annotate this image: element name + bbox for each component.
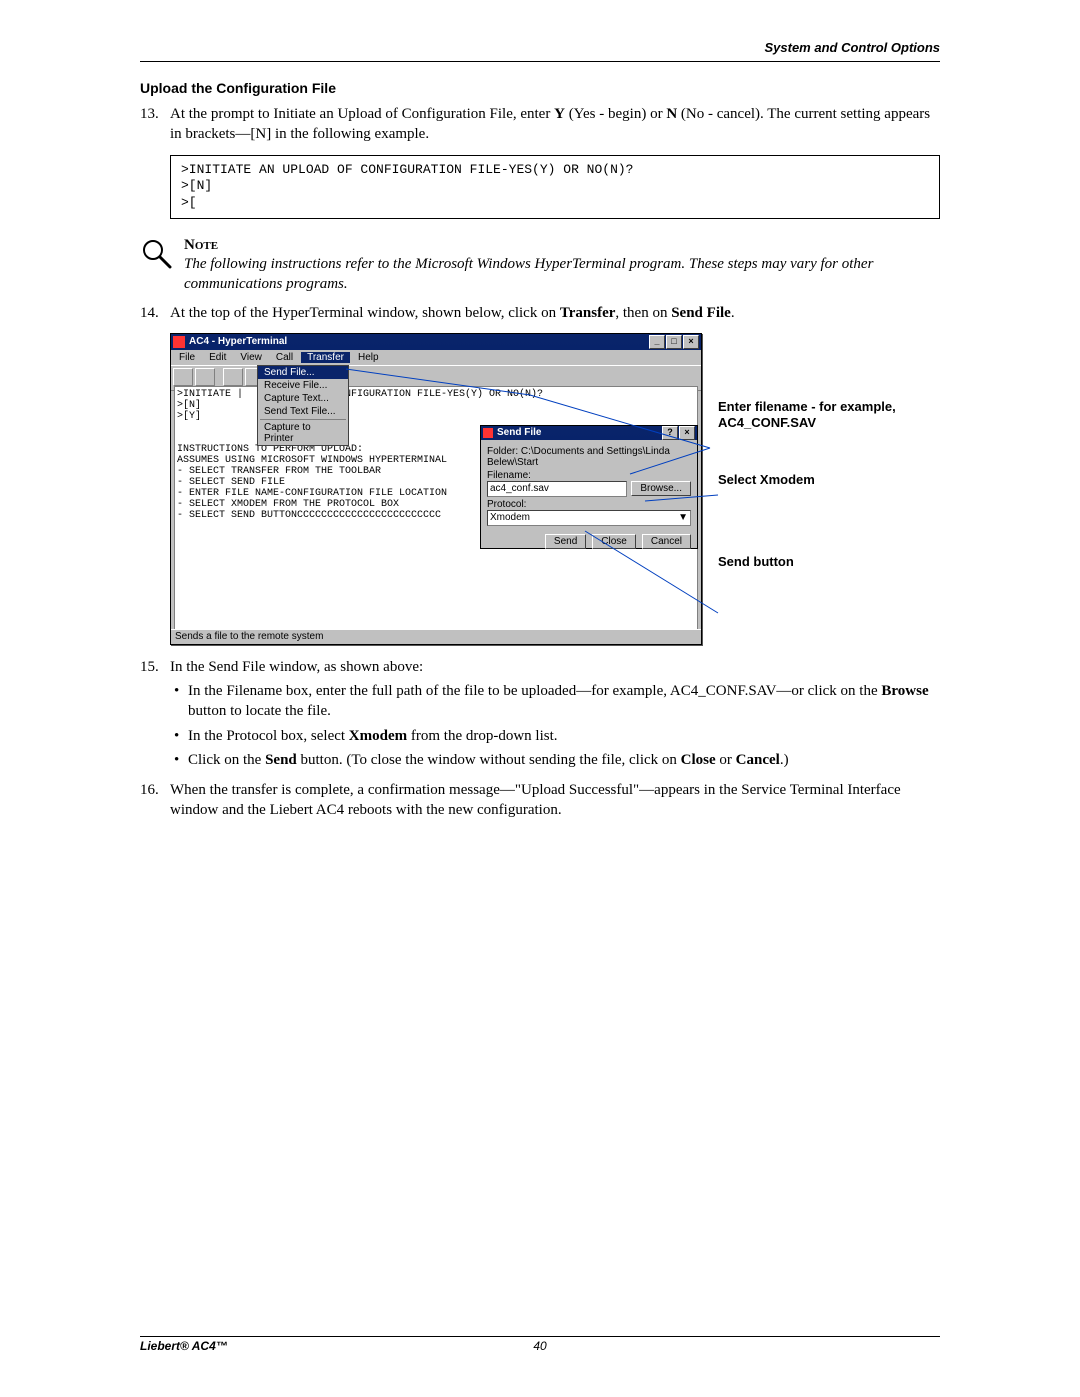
rule-bottom [140,1336,940,1337]
figure-callouts: Enter filename - for example, AC4_CONF.S… [718,399,898,611]
toolbar-button[interactable] [223,368,243,386]
step-15-text: In the Send File window, as shown above:… [170,657,940,774]
menu-help[interactable]: Help [352,352,385,363]
protocol-label: Protocol: [487,499,691,510]
browse-button[interactable]: Browse... [631,481,691,496]
menu-file[interactable]: File [173,352,201,363]
step-14-text: At the top of the HyperTerminal window, … [170,303,940,323]
minimize-button[interactable]: _ [649,335,665,349]
menu-transfer[interactable]: Transfer [301,352,350,363]
step-15-bullet-3: Click on the Send button. (To close the … [174,750,940,770]
help-button[interactable]: ? [662,426,678,440]
rule-top [140,61,940,62]
note-icon [140,237,172,269]
filename-label: Filename: [487,470,691,481]
code-prompt: >INITIATE AN UPLOAD OF CONFIGURATION FIL… [170,155,940,220]
menu-item-capture-printer[interactable]: Capture to Printer [258,421,348,445]
menu-item-send-text-file[interactable]: Send Text File... [258,405,348,418]
menu-item-send-file[interactable]: Send File... [258,366,348,379]
toolbar-button[interactable] [173,368,193,386]
step-16-text: When the transfer is complete, a confirm… [170,780,940,821]
filename-input[interactable]: ac4_conf.sav [487,481,627,497]
sendfile-titlebar: Send File ? × [481,426,697,440]
ht-menubar: File Edit View Call Transfer Help [171,350,701,365]
page-header: System and Control Options [140,40,940,55]
step-15-number: 15. [140,657,170,774]
callout-filename: Enter filename - for example, AC4_CONF.S… [718,399,898,430]
menu-item-receive-file[interactable]: Receive File... [258,379,348,392]
step-13-number: 13. [140,104,170,145]
note-title: Note [184,237,940,254]
send-file-dialog: Send File ? × Folder: C:\Documents and S… [480,425,698,549]
step-14-number: 14. [140,303,170,323]
menu-item-capture-text[interactable]: Capture Text... [258,392,348,405]
figure-hyperterminal: AC4 - HyperTerminal _ □ × File Edit View… [170,333,940,647]
note-text: The following instructions refer to the … [184,254,940,295]
callout-send: Send button [718,554,898,570]
callout-xmodem: Select Xmodem [718,472,898,488]
step-13-text: At the prompt to Initiate an Upload of C… [170,104,940,145]
chevron-down-icon: ▼ [678,512,688,523]
close-dialog-button[interactable]: Close [592,534,636,549]
step-16-number: 16. [140,780,170,821]
footer-product: Liebert® AC4™ [140,1339,228,1353]
menu-call[interactable]: Call [270,352,299,363]
maximize-button[interactable]: □ [666,335,682,349]
toolbar-button[interactable] [195,368,215,386]
folder-label: Folder: C:\Documents and Settings\Linda … [487,446,691,468]
ht-title: AC4 - HyperTerminal [187,336,648,347]
close-button[interactable]: × [679,426,695,440]
cancel-button[interactable]: Cancel [642,534,691,549]
ht-statusbar: Sends a file to the remote system [171,629,701,644]
ht-titlebar: AC4 - HyperTerminal _ □ × [171,334,701,350]
footer-page-number: 40 [533,1339,546,1353]
step-15-bullet-1: In the Filename box, enter the full path… [174,681,940,722]
protocol-select[interactable]: Xmodem▼ [487,510,691,526]
page-footer: Liebert® AC4™ 40 [140,1336,940,1357]
sendfile-title: Send File [495,427,661,438]
menu-view[interactable]: View [234,352,268,363]
step-15-bullet-2: In the Protocol box, select Xmodem from … [174,726,940,746]
ht-app-icon [173,336,185,348]
section-title: Upload the Configuration File [140,80,940,96]
menu-edit[interactable]: Edit [203,352,232,363]
transfer-dropdown: Send File... Receive File... Capture Tex… [257,365,349,446]
close-button[interactable]: × [683,335,699,349]
sendfile-icon [483,428,493,438]
send-button[interactable]: Send [545,534,586,549]
